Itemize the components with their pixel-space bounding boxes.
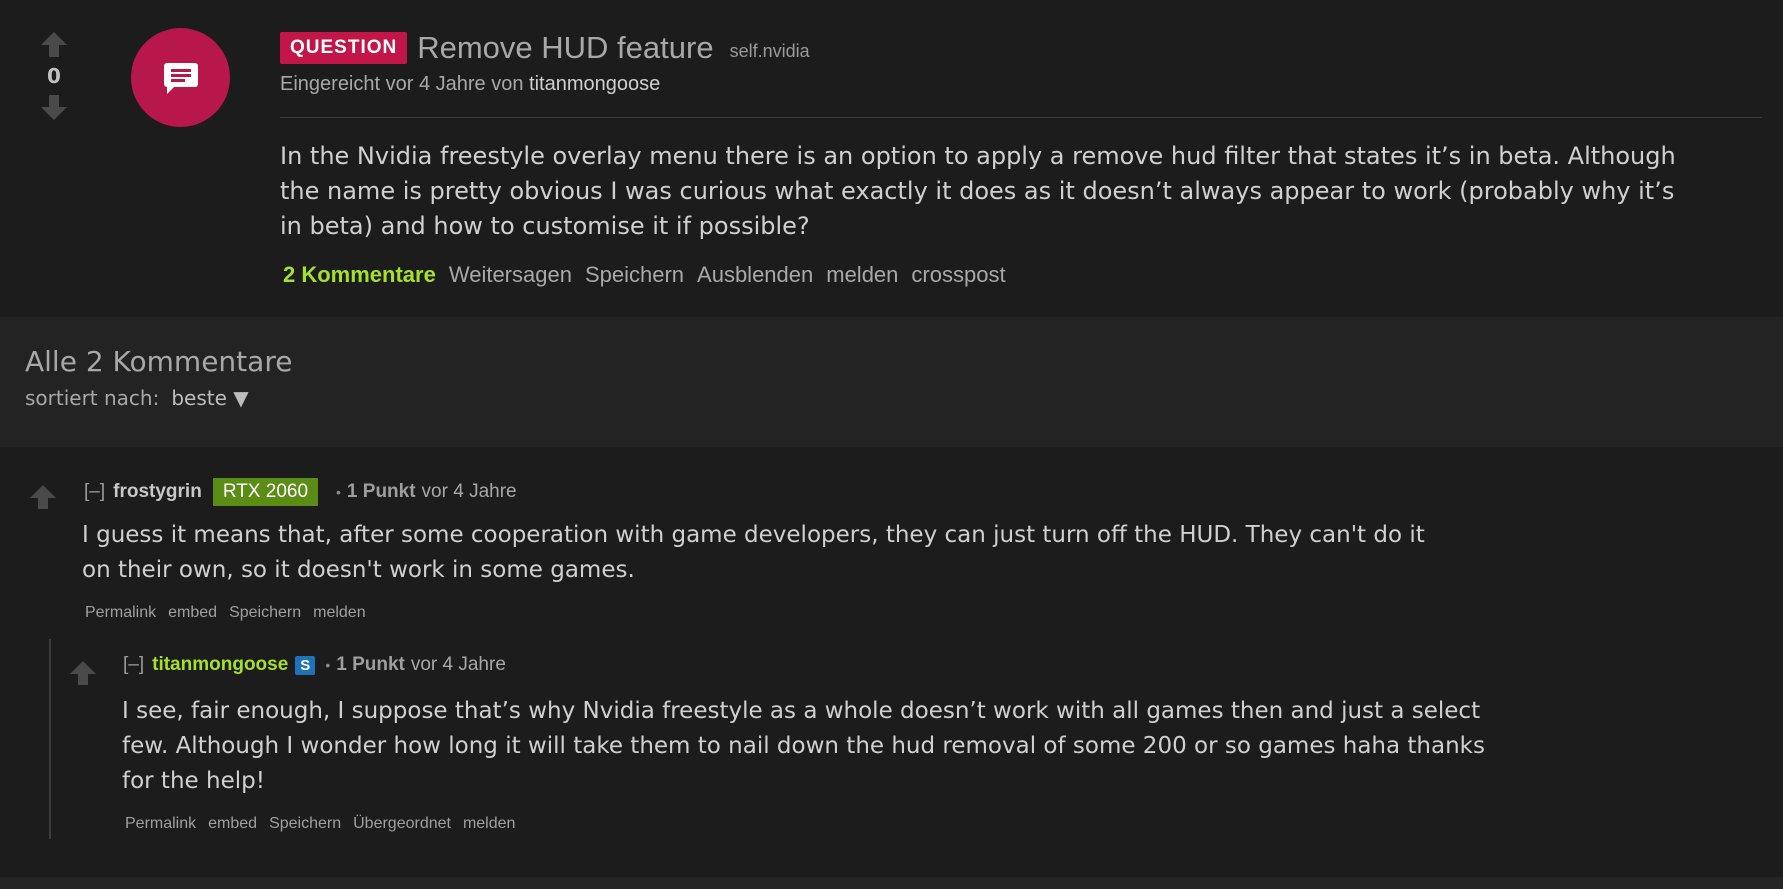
embed-link[interactable]: embed [168, 604, 217, 622]
comments-link[interactable]: 2 Kommentare [283, 262, 436, 288]
comment-header: [–] frostygrin RTX 2060 • 1 Punkt vor 4 … [84, 478, 517, 506]
comments-sort-panel: Alle 2 Kommentare sortiert nach: beste ▼ [0, 317, 1783, 447]
all-comments-title: Alle 2 Kommentare [25, 345, 293, 378]
selftext-line: in beta) and how to customise it if poss… [280, 212, 810, 240]
selftext-line: In the Nvidia freestyle overlay menu the… [280, 142, 1676, 170]
post-actions: 2 Kommentare Weitersagen Speichern Ausbl… [283, 262, 1006, 288]
post-author-link[interactable]: titanmongoose [529, 73, 660, 95]
post-domain[interactable]: self.nvidia [730, 41, 810, 62]
crosspost-link[interactable]: crosspost [911, 262, 1005, 288]
comment-line: on their own, so it doesn't work in some… [82, 557, 635, 583]
post-selftext: In the Nvidia freestyle overlay menu the… [280, 139, 1750, 244]
post-score: 0 [47, 64, 61, 88]
sort-label: sortiert nach: [25, 386, 160, 410]
comment-author[interactable]: titanmongoose [152, 654, 288, 676]
permalink-link[interactable]: Permalink [85, 604, 156, 622]
comment-points: 1 Punkt [346, 481, 416, 502]
upvote-arrow-icon[interactable] [39, 30, 69, 60]
parent-link[interactable]: Übergeordnet [353, 815, 451, 833]
post-flair[interactable]: QUESTION [280, 32, 408, 64]
collapse-toggle[interactable]: [–] [84, 481, 105, 503]
bottom-strip [0, 877, 1783, 889]
comment-line: I see, fair enough, I suppose that’s why… [122, 698, 1481, 724]
comment-line: few. Although I wonder how long it will … [122, 733, 1485, 759]
bullet-separator: • [325, 657, 331, 673]
hide-link[interactable]: Ausblenden [697, 262, 813, 288]
sort-line: sortiert nach: beste ▼ [25, 386, 249, 410]
comment-actions: Permalink embed Speichern melden [85, 604, 366, 622]
chat-bubble-icon [163, 62, 198, 94]
comment-time: vor 4 Jahre [421, 481, 517, 502]
report-link[interactable]: melden [313, 604, 365, 622]
comment-line: for the help! [122, 768, 265, 794]
upvote-arrow-icon[interactable] [68, 658, 98, 688]
save-link[interactable]: Speichern [585, 262, 684, 288]
sort-dropdown[interactable]: beste ▼ [171, 386, 248, 410]
save-link[interactable]: Speichern [229, 604, 301, 622]
comments-area: [–] frostygrin RTX 2060 • 1 Punkt vor 4 … [0, 447, 1783, 877]
comment-line: I guess it means that, after some cooper… [82, 522, 1425, 548]
post-divider [280, 117, 1762, 118]
post-container: 0 QUESTION Remove HUD feature self.nvidi… [0, 0, 1783, 317]
bullet-separator: • [336, 484, 341, 500]
post-vote-column: 0 [36, 30, 72, 122]
comment-author[interactable]: frostygrin [113, 481, 202, 503]
comment-actions: Permalink embed Speichern Übergeordnet m… [125, 815, 515, 833]
comment-header: [–] titanmongoose S • 1 Punkt vor 4 Jahr… [123, 654, 506, 676]
collapse-toggle[interactable]: [–] [123, 654, 144, 676]
save-link[interactable]: Speichern [269, 815, 341, 833]
share-link[interactable]: Weitersagen [449, 262, 572, 288]
comment-points: 1 Punkt [336, 654, 405, 675]
permalink-link[interactable]: Permalink [125, 815, 196, 833]
selftext-line: the name is pretty obvious I was curious… [280, 177, 1675, 205]
post-title[interactable]: Remove HUD feature [417, 30, 713, 66]
post-submitted-line: Eingereicht vor 4 Jahre von titanmongoos… [280, 73, 660, 96]
submitter-badge: S [295, 655, 316, 675]
downvote-arrow-icon[interactable] [39, 92, 69, 122]
report-link[interactable]: melden [463, 815, 515, 833]
post-thumbnail[interactable] [131, 28, 230, 127]
comment-body: I guess it means that, after some cooper… [82, 518, 1425, 588]
report-link[interactable]: melden [826, 262, 898, 288]
comment-body: I see, fair enough, I suppose that’s why… [122, 694, 1485, 799]
post-title-row: QUESTION Remove HUD feature self.nvidia [280, 30, 810, 66]
submitted-prefix: Eingereicht vor 4 Jahre von [280, 73, 530, 95]
comment-time: vor 4 Jahre [410, 654, 506, 675]
embed-link[interactable]: embed [208, 815, 257, 833]
child-thread-line[interactable] [49, 639, 51, 839]
upvote-arrow-icon[interactable] [28, 482, 58, 512]
user-flair: RTX 2060 [212, 478, 319, 506]
